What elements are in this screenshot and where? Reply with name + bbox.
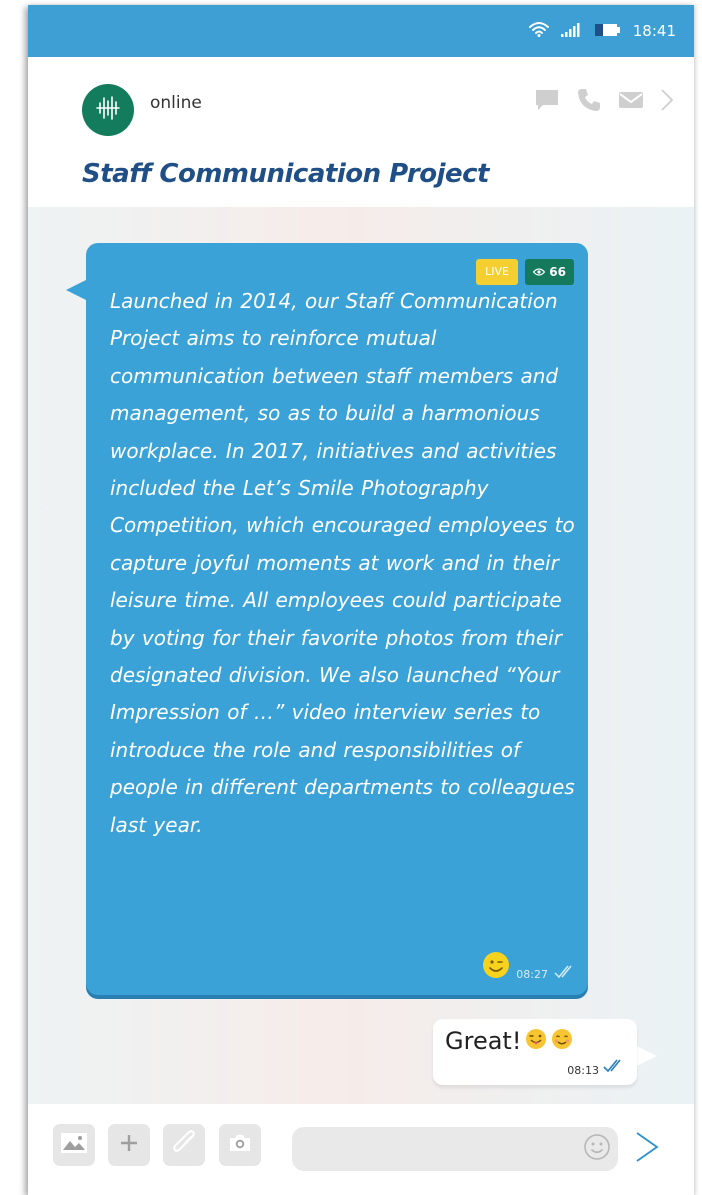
send-button[interactable] xyxy=(632,1132,662,1166)
smiling-face-emoji xyxy=(551,1028,573,1054)
outgoing-message-meta: 08:13 xyxy=(567,1058,625,1077)
image-icon xyxy=(60,1132,88,1158)
presence-status: online xyxy=(150,93,202,113)
image-button[interactable] xyxy=(53,1124,95,1166)
smiley-icon xyxy=(583,1133,611,1165)
header-actions xyxy=(534,87,674,113)
avatar[interactable] xyxy=(82,84,134,136)
message-input[interactable] xyxy=(292,1127,618,1171)
logo-icon xyxy=(93,93,123,127)
outgoing-message-text: Great! xyxy=(445,1027,522,1055)
status-time: 18:41 xyxy=(632,22,676,40)
incoming-message-bubble[interactable]: LIVE 66 Launched in 2014, our Staff Comm… xyxy=(86,243,588,995)
status-icons: 18:41 xyxy=(528,21,676,41)
chat-header: online Staff Communication Project xyxy=(28,57,694,207)
add-button[interactable] xyxy=(108,1124,150,1166)
battery-icon xyxy=(594,22,621,41)
camera-button[interactable] xyxy=(219,1124,261,1166)
incoming-bubble-tail xyxy=(66,279,88,301)
outgoing-message-bubble[interactable]: Great! 08:13 xyxy=(433,1019,637,1085)
outgoing-message-time: 08:13 xyxy=(567,1064,599,1077)
emoji-button[interactable] xyxy=(582,1134,612,1164)
message-list[interactable]: LIVE 66 Launched in 2014, our Staff Comm… xyxy=(28,207,694,1104)
incoming-message-meta: 08:27 xyxy=(482,951,576,983)
views-badge: 66 xyxy=(525,259,574,285)
eye-icon xyxy=(532,259,546,285)
outgoing-message-content: Great! xyxy=(445,1027,573,1055)
winking-face-emoji xyxy=(482,951,510,983)
outgoing-bubble-tail xyxy=(635,1045,657,1067)
incoming-message-text: Launched in 2014, our Staff Communicatio… xyxy=(110,289,575,837)
send-icon xyxy=(634,1130,660,1168)
signal-icon xyxy=(560,22,583,41)
phone-icon[interactable] xyxy=(576,87,602,113)
live-badge: LIVE xyxy=(476,259,518,285)
double-check-icon xyxy=(554,964,576,983)
mail-icon[interactable] xyxy=(618,90,644,110)
camera-icon xyxy=(228,1134,252,1156)
plus-icon xyxy=(119,1133,139,1157)
chat-title: Staff Communication Project xyxy=(82,159,489,189)
double-check-icon xyxy=(603,1058,625,1077)
attach-button[interactable] xyxy=(163,1124,205,1166)
chevron-right-icon[interactable] xyxy=(660,88,674,112)
paperclip-icon xyxy=(171,1129,197,1161)
tongue-out-emoji xyxy=(525,1028,547,1054)
status-bar: 18:41 xyxy=(28,5,694,57)
phone-frame: 18:41 online Staff Communication Project… xyxy=(28,5,694,1195)
views-count: 66 xyxy=(549,265,566,279)
wifi-icon xyxy=(528,21,549,41)
composer-bar xyxy=(28,1104,694,1195)
chat-icon[interactable] xyxy=(534,88,560,112)
incoming-message-time: 08:27 xyxy=(516,968,548,981)
